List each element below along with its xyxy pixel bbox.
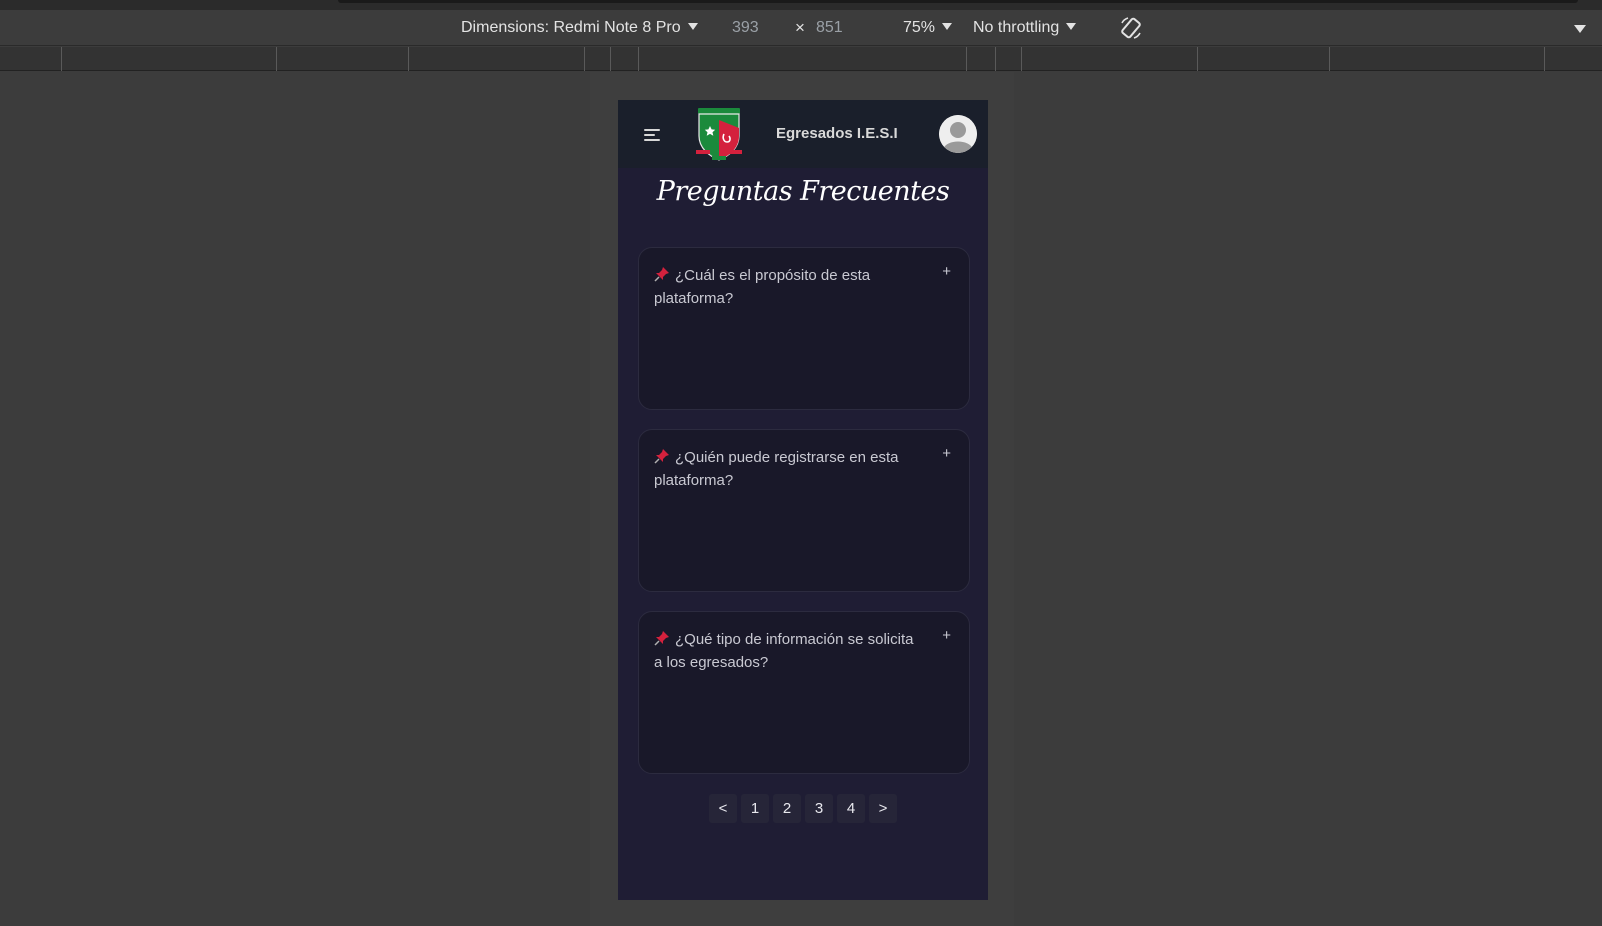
next-page-button[interactable]: > xyxy=(869,794,897,823)
faq-question-text: ¿Quién puede registrarse en esta platafo… xyxy=(654,449,899,489)
page-title: Preguntas Frecuentes xyxy=(656,176,950,207)
expand-icon[interactable]: + xyxy=(942,263,951,280)
page-button-2[interactable]: 2 xyxy=(773,794,801,823)
page-button-3[interactable]: 3 xyxy=(805,794,833,823)
ruler-tick[interactable] xyxy=(1329,47,1330,71)
devtools-top-bar xyxy=(338,0,1578,3)
page-button-1[interactable]: 1 xyxy=(741,794,769,823)
expand-icon[interactable]: + xyxy=(942,445,951,462)
ruler-tick[interactable] xyxy=(408,47,409,71)
ruler-tick[interactable] xyxy=(1197,47,1198,71)
rotate-icon[interactable] xyxy=(1118,15,1144,41)
faq-question: ¿Qué tipo de información se solicita a l… xyxy=(654,628,924,674)
height-input[interactable]: 851 xyxy=(816,15,872,41)
faq-question-text: ¿Cuál es el propósito de esta plataforma… xyxy=(654,267,871,307)
throttling-dropdown[interactable]: No throttling xyxy=(973,10,1077,46)
school-logo xyxy=(696,108,742,161)
more-options-icon[interactable] xyxy=(1574,25,1586,33)
app-title: Egresados I.E.S.I xyxy=(776,125,898,142)
expand-icon[interactable]: + xyxy=(942,627,951,644)
times-sign: × xyxy=(795,18,805,37)
chevron-down-icon xyxy=(1066,23,1077,30)
pagination: < 1 2 3 4 > xyxy=(618,794,988,823)
faq-card[interactable]: ¿Quién puede registrarse en esta platafo… xyxy=(638,429,970,592)
zoom-dropdown[interactable]: 75% xyxy=(903,10,953,46)
pushpin-icon xyxy=(654,449,669,464)
app-header: Egresados I.E.S.I xyxy=(618,100,988,168)
ruler-tick[interactable] xyxy=(966,47,967,71)
page-button-4[interactable]: 4 xyxy=(837,794,865,823)
zoom-label: 75% xyxy=(903,19,936,36)
avatar[interactable] xyxy=(939,115,977,153)
pushpin-icon xyxy=(654,631,669,646)
media-query-ruler xyxy=(0,47,1602,71)
device-toolbar: Dimensions: Redmi Note 8 Pro 393 × 851 7… xyxy=(0,10,1602,46)
chevron-down-icon xyxy=(942,23,953,30)
faq-question: ¿Cuál es el propósito de esta plataforma… xyxy=(654,264,924,310)
width-input[interactable]: 393 xyxy=(732,15,788,41)
faq-card[interactable]: ¿Cuál es el propósito de esta plataforma… xyxy=(638,247,970,410)
ruler-tick[interactable] xyxy=(1021,47,1022,71)
dimensions-label: Dimensions: Redmi Note 8 Pro xyxy=(461,19,681,36)
faq-question-text: ¿Qué tipo de información se solicita a l… xyxy=(654,631,914,671)
pushpin-icon xyxy=(654,267,669,282)
ruler-tick[interactable] xyxy=(638,47,639,71)
throttling-label: No throttling xyxy=(973,19,1060,36)
chevron-down-icon xyxy=(687,23,698,30)
menu-icon[interactable] xyxy=(644,129,660,141)
prev-page-button[interactable]: < xyxy=(709,794,737,823)
ruler-tick[interactable] xyxy=(995,47,996,71)
devtools-top-strip xyxy=(0,0,1602,10)
ruler-tick[interactable] xyxy=(276,47,277,71)
device-viewport: Egresados I.E.S.I Preguntas Frecuentes ¿… xyxy=(618,100,988,900)
ruler-tick[interactable] xyxy=(584,47,585,71)
dimensions-dropdown[interactable]: Dimensions: Redmi Note 8 Pro xyxy=(461,10,698,46)
ruler-tick[interactable] xyxy=(610,47,611,71)
ruler-tick[interactable] xyxy=(1544,47,1545,71)
user-icon xyxy=(939,115,977,153)
faq-question: ¿Quién puede registrarse en esta platafo… xyxy=(654,446,924,492)
ruler-tick[interactable] xyxy=(61,47,62,71)
faq-card[interactable]: ¿Qué tipo de información se solicita a l… xyxy=(638,611,970,774)
